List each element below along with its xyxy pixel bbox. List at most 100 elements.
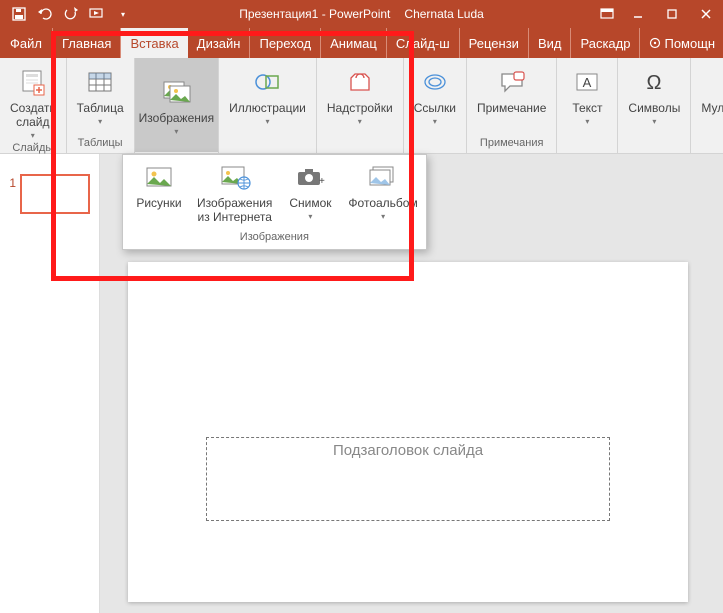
quick-access-toolbar: ▾: [0, 5, 132, 23]
tab-transitions[interactable]: Переход: [250, 28, 321, 58]
tab-storyboard[interactable]: Раскадр: [571, 28, 640, 58]
group-media: Мультимедиа ▾: [691, 58, 723, 153]
images-label: Изображения: [139, 112, 214, 126]
group-links-label: [433, 137, 436, 151]
ribbon-display-options-icon[interactable]: [593, 8, 621, 20]
group-symbols: Ω Символы ▾: [618, 58, 691, 153]
tab-design[interactable]: Дизайн: [188, 28, 251, 58]
group-images: Изображения ▾: [135, 58, 219, 153]
tab-review[interactable]: Рецензи: [460, 28, 529, 58]
text-label: Текст: [572, 102, 602, 116]
chevron-down-icon: ▾: [433, 117, 437, 126]
pictures-label: Рисунки: [136, 197, 181, 211]
svg-text:Ω: Ω: [647, 72, 662, 94]
picture-icon: [143, 161, 175, 193]
table-icon: [84, 66, 116, 98]
photo-album-button[interactable]: Фотоальбом ▾: [348, 161, 417, 225]
comment-button[interactable]: Примечание: [473, 62, 550, 118]
chevron-down-icon: ▾: [31, 131, 35, 140]
qat-customize-icon[interactable]: ▾: [114, 5, 132, 23]
title-bar: ▾ Презентация1 - PowerPoint Chernata Lud…: [0, 0, 723, 28]
tab-view[interactable]: Вид: [529, 28, 572, 58]
chevron-down-icon: ▾: [381, 212, 385, 221]
screenshot-button[interactable]: + Снимок ▾: [282, 161, 338, 225]
images-dropdown-button[interactable]: Изображения ▾: [135, 58, 218, 152]
thumbnail-item[interactable]: 1: [4, 174, 95, 214]
tab-home[interactable]: Главная: [52, 28, 121, 58]
links-button[interactable]: Ссылки ▾: [410, 62, 460, 128]
camera-icon: +: [294, 161, 326, 193]
tab-insert[interactable]: Вставка: [121, 28, 187, 58]
media-button[interactable]: Мультимедиа ▾: [697, 62, 723, 128]
table-label: Таблица: [77, 102, 124, 116]
comment-label: Примечание: [477, 102, 546, 116]
illustrations-label: Иллюстрации: [229, 102, 306, 116]
symbols-label: Символы: [628, 102, 680, 116]
minimize-button[interactable]: [621, 0, 655, 28]
online-pictures-label: Изображенияиз Интернета: [197, 197, 272, 225]
window-controls: [593, 0, 723, 28]
addins-label: Надстройки: [327, 102, 393, 116]
tab-help-label: Помощн: [664, 36, 715, 51]
shapes-icon: [251, 66, 283, 98]
title-center: Презентация1 - PowerPoint Chernata Luda: [239, 7, 484, 21]
photo-album-icon: [367, 161, 399, 193]
subtitle-placeholder[interactable]: Подзаголовок слайда: [206, 437, 610, 521]
tab-animations[interactable]: Анимац: [321, 28, 387, 58]
save-icon[interactable]: [10, 5, 28, 23]
group-illustrations-label: [266, 137, 269, 151]
group-links: Ссылки ▾: [404, 58, 467, 153]
slide-canvas[interactable]: Подзаголовок слайда: [128, 262, 688, 602]
symbols-button[interactable]: Ω Символы ▾: [624, 62, 684, 128]
illustrations-button[interactable]: Иллюстрации ▾: [225, 62, 310, 128]
text-button[interactable]: A Текст ▾: [563, 62, 611, 128]
ribbon-tabs: Файл Главная Вставка Дизайн Переход Аним…: [0, 28, 723, 58]
group-tables: Таблица ▾ Таблицы: [67, 58, 135, 153]
new-slide-icon: [17, 66, 49, 98]
store-icon: [344, 66, 376, 98]
screenshot-label: Снимок: [289, 197, 331, 211]
chevron-down-icon: ▾: [652, 117, 656, 126]
thumbnail-preview[interactable]: [20, 174, 90, 214]
group-comments-label: Примечания: [480, 137, 544, 151]
omega-icon: Ω: [638, 66, 670, 98]
online-pictures-button[interactable]: Изображенияиз Интернета: [197, 161, 272, 225]
images-gallery: Рисунки Изображенияиз Интернета + Снимок…: [122, 154, 427, 250]
chevron-down-icon: ▾: [585, 117, 589, 126]
images-gallery-label: Изображения: [131, 231, 418, 245]
new-slide-button[interactable]: Создать слайд ▾: [6, 62, 60, 142]
slide-thumbnails-pane[interactable]: 1: [0, 154, 100, 613]
tab-file[interactable]: Файл: [0, 28, 52, 58]
svg-text:+: +: [319, 176, 325, 187]
thumbnail-number: 1: [4, 174, 16, 190]
document-title: Презентация1 - PowerPoint: [239, 7, 390, 21]
addins-button[interactable]: Надстройки ▾: [323, 62, 397, 128]
redo-icon[interactable]: [62, 5, 80, 23]
pictures-button[interactable]: Рисунки: [131, 161, 187, 225]
photo-album-label: Фотоальбом: [348, 197, 417, 211]
chevron-down-icon: ▾: [174, 127, 178, 136]
group-text: A Текст ▾: [557, 58, 618, 153]
tab-help[interactable]: Помощн: [640, 28, 723, 58]
chevron-down-icon: ▾: [265, 117, 269, 126]
group-addins-label: [358, 137, 361, 151]
media-label: Мультимедиа: [701, 102, 723, 116]
ribbon: Создать слайд ▾ Слайды Таблица ▾ Таблицы: [0, 58, 723, 154]
group-text-label: [586, 137, 589, 151]
svg-text:A: A: [583, 75, 592, 90]
new-slide-label: Создать слайд: [10, 102, 56, 130]
user-name: Chernata Luda: [404, 7, 483, 21]
tab-slideshow[interactable]: Слайд-ш: [387, 28, 460, 58]
table-button[interactable]: Таблица ▾: [73, 62, 128, 128]
group-addins: Надстройки ▾: [317, 58, 404, 153]
group-slides: Создать слайд ▾ Слайды: [0, 58, 67, 153]
chevron-down-icon: ▾: [98, 117, 102, 126]
maximize-button[interactable]: [655, 0, 689, 28]
undo-icon[interactable]: [36, 5, 54, 23]
links-label: Ссылки: [414, 102, 456, 116]
close-button[interactable]: [689, 0, 723, 28]
link-icon: [419, 66, 451, 98]
online-picture-icon: [219, 161, 251, 193]
textbox-icon: A: [571, 66, 603, 98]
start-from-beginning-icon[interactable]: [88, 5, 106, 23]
